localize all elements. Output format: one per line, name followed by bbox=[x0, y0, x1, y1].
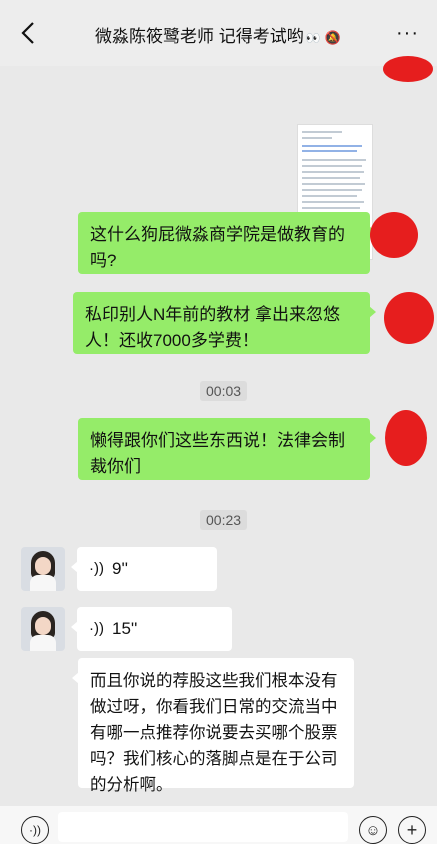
message-text: 而且你说的荐股这些我们根本没有做过呀，你看我们日常的交流当中有哪一点推荐你说要去… bbox=[90, 672, 338, 794]
message-input[interactable] bbox=[58, 812, 348, 842]
my-message-bubble[interactable]: 懒得跟你们这些东西说！法律会制裁你们 bbox=[78, 418, 376, 480]
voice-duration: 9'' bbox=[112, 559, 128, 578]
voice-icon[interactable]: ·)) bbox=[21, 816, 49, 844]
my-message-bubble[interactable]: 这什么狗屁微淼商学院是做教育的吗? bbox=[78, 212, 376, 274]
chat-header: 微淼陈筱鹭老师 记得考试哟 👀 🔕 ··· bbox=[0, 0, 437, 66]
message-list[interactable]: 这什么狗屁微淼商学院是做教育的吗? 私印别人N年前的教材 拿出来忽悠人！还收70… bbox=[0, 56, 437, 806]
my-message-bubble[interactable]: 私印别人N年前的教材 拿出来忽悠人！还收7000多学费！ bbox=[73, 292, 376, 354]
timestamp: 00:23 bbox=[200, 510, 248, 530]
voice-wave-icon: ·)) bbox=[89, 560, 104, 577]
chat-title-text: 微淼陈筱鹭老师 记得考试哟 bbox=[95, 27, 304, 46]
message-text: 懒得跟你们这些东西说！法律会制裁你们 bbox=[90, 431, 345, 476]
emoji-icon[interactable]: ☺ bbox=[359, 816, 387, 844]
redacted-avatar bbox=[384, 292, 434, 344]
voice-duration: 15'' bbox=[112, 619, 138, 638]
contact-avatar[interactable] bbox=[21, 547, 65, 591]
contact-avatar[interactable] bbox=[21, 607, 65, 651]
chat-title: 微淼陈筱鹭老师 记得考试哟 👀 🔕 bbox=[95, 22, 341, 47]
redacted-avatar bbox=[385, 410, 427, 466]
redacted-avatar bbox=[383, 56, 433, 82]
message-text: 私印别人N年前的教材 拿出来忽悠人！还收7000多学费！ bbox=[85, 305, 340, 350]
eyes-emoji: 👀 bbox=[305, 31, 321, 45]
timestamp: 00:03 bbox=[200, 381, 248, 401]
mute-bell-icon: 🔕 bbox=[324, 30, 341, 45]
input-bar: ·)) ☺ + bbox=[0, 806, 437, 844]
message-text: 这什么狗屁微淼商学院是做教育的吗? bbox=[90, 225, 345, 270]
back-chevron-icon[interactable] bbox=[18, 20, 40, 46]
more-options-button[interactable]: ··· bbox=[396, 22, 419, 45]
plus-icon[interactable]: + bbox=[398, 816, 426, 844]
voice-wave-icon: ·)) bbox=[89, 620, 104, 637]
redacted-avatar bbox=[370, 212, 418, 258]
voice-message-bubble[interactable]: ·)) 9'' bbox=[71, 547, 217, 591]
their-message-bubble[interactable]: 而且你说的荐股这些我们根本没有做过呀，你看我们日常的交流当中有哪一点推荐你说要去… bbox=[72, 658, 354, 794]
voice-message-bubble[interactable]: ·)) 15'' bbox=[71, 607, 232, 651]
